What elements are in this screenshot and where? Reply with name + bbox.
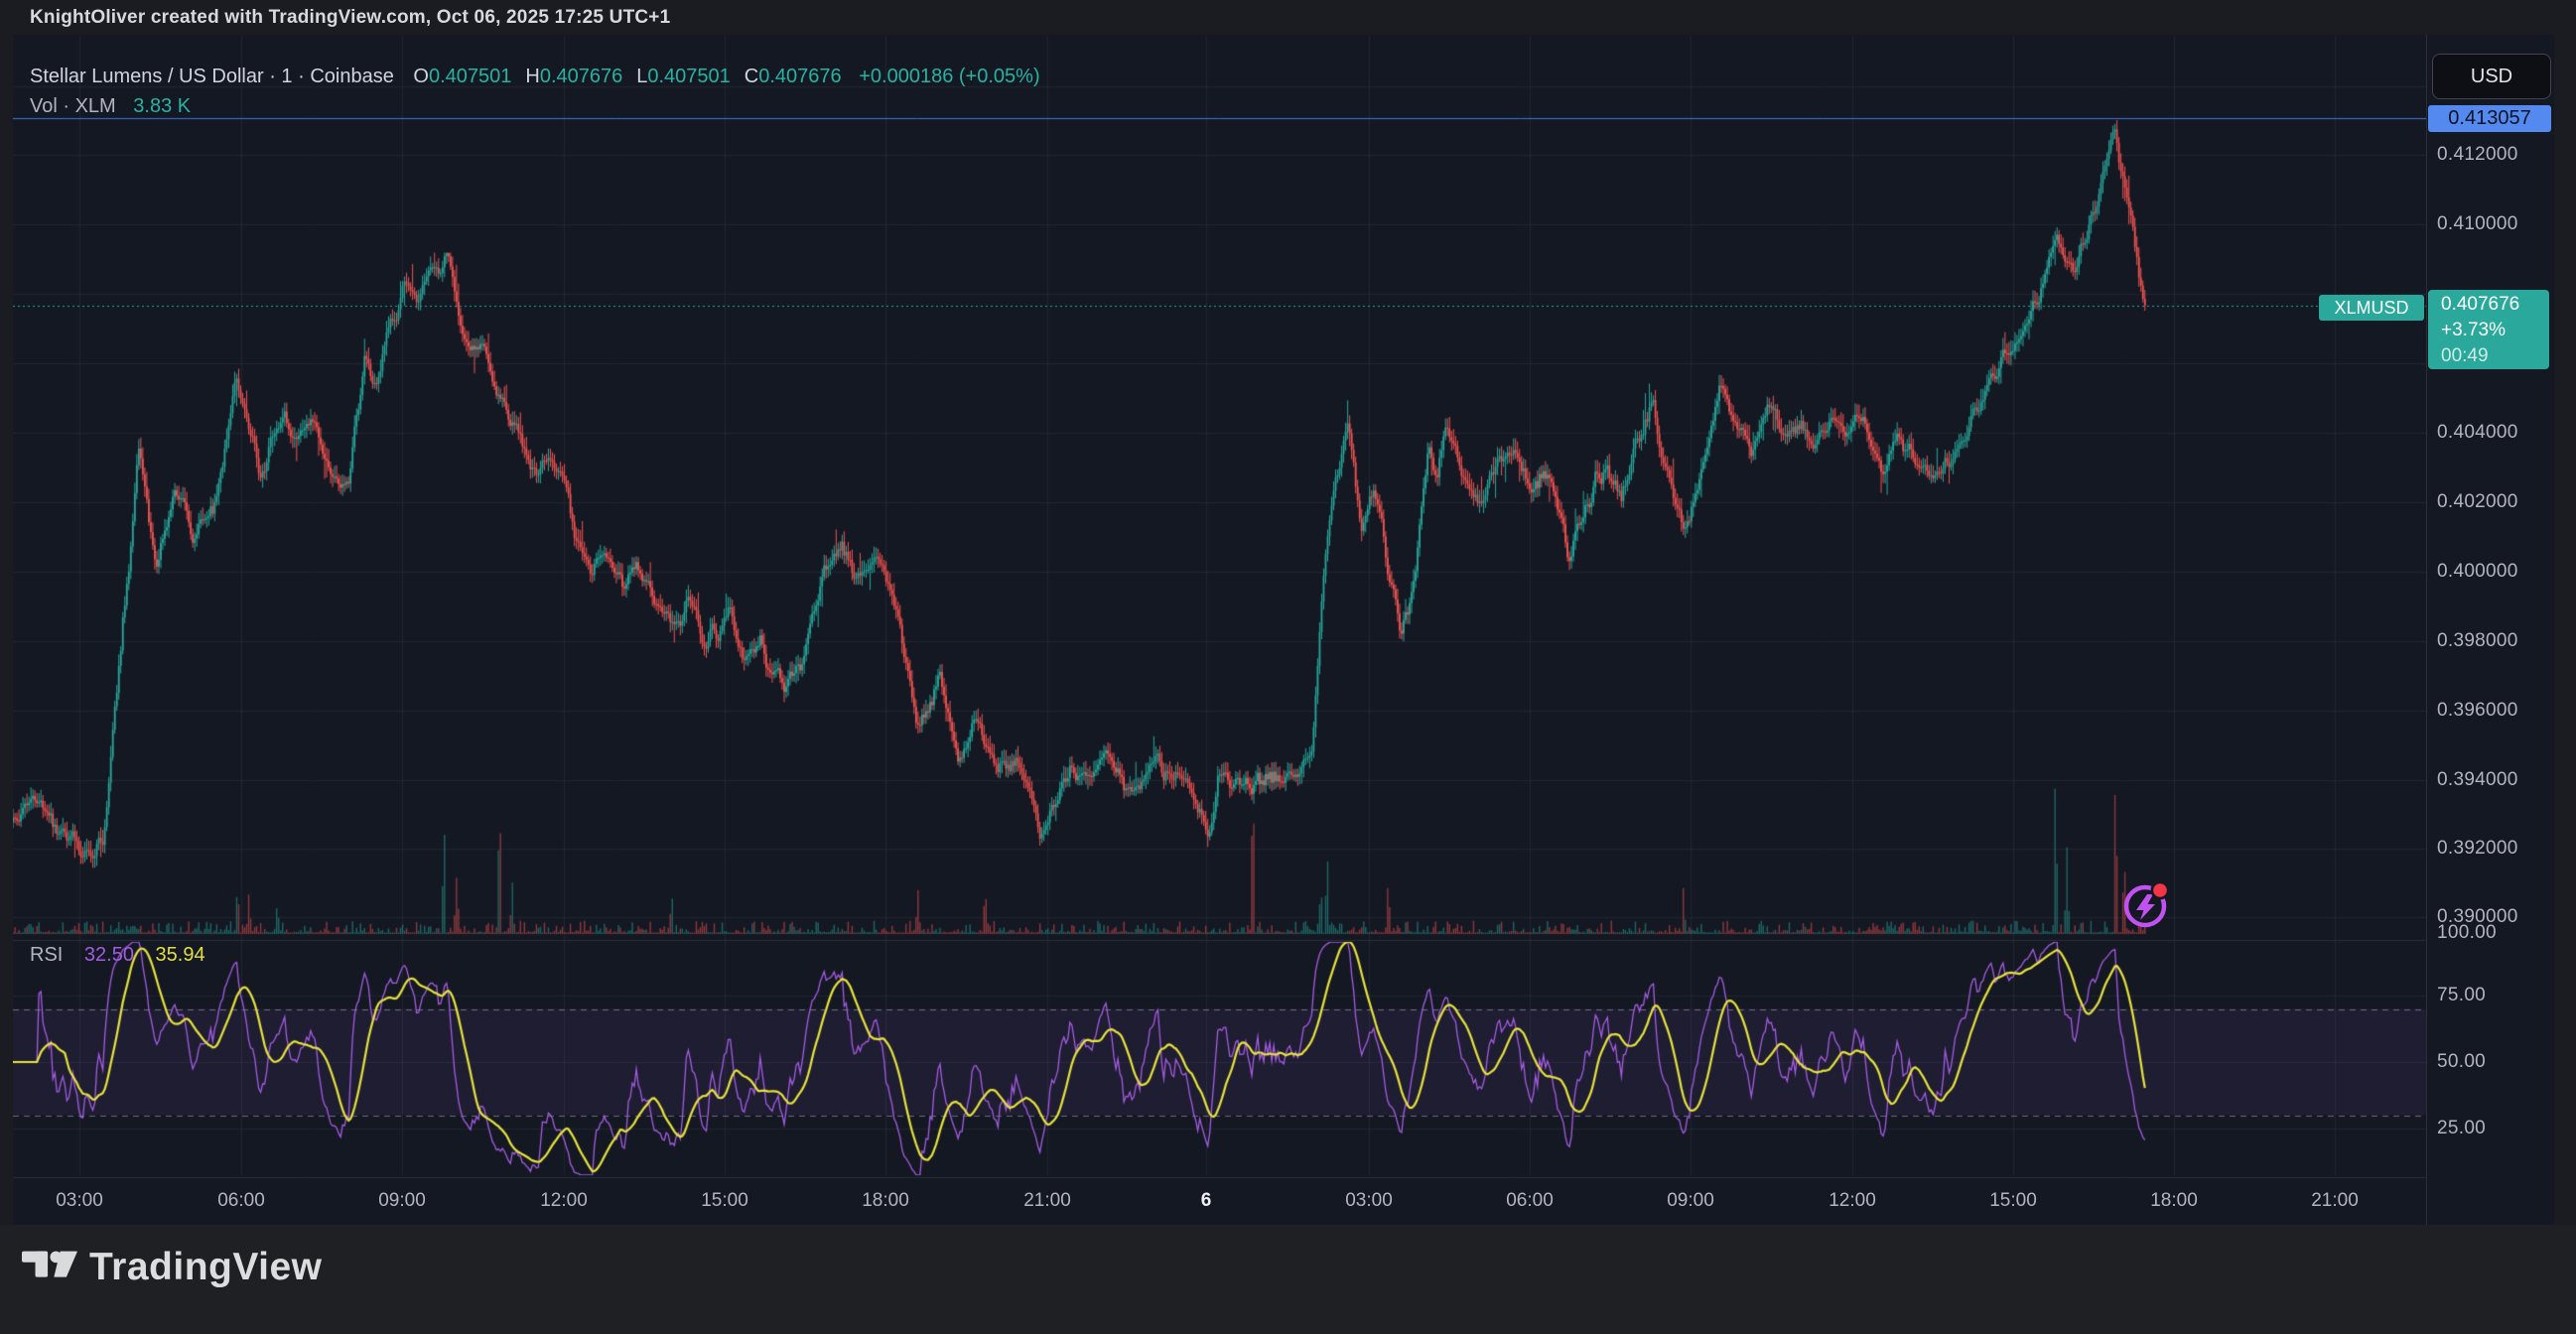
ohlc-key: L xyxy=(636,66,647,87)
volume-value: 3.83 K xyxy=(133,95,191,117)
time-axis-tick: 18:00 xyxy=(2150,1190,2198,1212)
time-axis-tick: 18:00 xyxy=(862,1190,909,1212)
price-axis-tick: 0.398000 xyxy=(2437,630,2518,652)
high-price-line-label: 0.413057 xyxy=(2428,105,2551,132)
price-axis-tick: 0.410000 xyxy=(2437,213,2518,235)
session-change-pct: +3.73% xyxy=(2441,318,2549,343)
tradingview-logo-icon xyxy=(22,1251,77,1284)
time-axis-tick: 09:00 xyxy=(378,1190,426,1212)
volume-label: Vol · XLM xyxy=(30,95,116,117)
red-notification-dot xyxy=(2153,883,2167,897)
ohlc-key: H xyxy=(525,66,539,87)
price-axis-tick: 0.400000 xyxy=(2437,561,2518,583)
time-axis-tick: 15:00 xyxy=(701,1190,748,1212)
chart-canvas[interactable] xyxy=(0,0,2426,1225)
price-axis-tick: 0.396000 xyxy=(2437,700,2518,722)
price-axis-tick: 0.404000 xyxy=(2437,422,2518,444)
lightning-bolt-icon xyxy=(2136,894,2155,920)
rsi-ma-value: 35.94 xyxy=(156,944,205,966)
time-axis-tick: 21:00 xyxy=(1023,1190,1071,1212)
ohlc-value: 0.407501 xyxy=(429,66,511,87)
last-price-badge: 0.407676 +3.73% 00:49 xyxy=(2428,290,2549,369)
right-gutter xyxy=(2554,35,2576,1225)
attribution-bar: KnightOliver created with TradingView.co… xyxy=(0,0,2576,35)
ohlc-value: 0.407676 xyxy=(758,66,841,87)
price-axis-tick: 25.00 xyxy=(2437,1118,2486,1139)
symbol-legend[interactable]: Stellar Lumens / US Dollar · 1 · Coinbas… xyxy=(30,66,1040,88)
ohlc-key: O xyxy=(413,66,429,87)
time-axis-tick: 06:00 xyxy=(1506,1190,1554,1212)
price-axis[interactable]: 0.412000 0.410000 0.404000 0.402000 0.400000… xyxy=(2426,35,2555,1225)
time-axis-tick: 21:00 xyxy=(2311,1190,2359,1212)
currency-toggle-button[interactable]: USD xyxy=(2432,54,2551,99)
rsi-label: RSI xyxy=(30,944,63,966)
lightning-marker-button[interactable] xyxy=(2119,879,2171,931)
footer-brand-text: TradingView xyxy=(89,1246,323,1289)
change-value: +0.000186 (+0.05%) xyxy=(859,66,1039,87)
time-axis-tick: 03:00 xyxy=(56,1190,103,1212)
price-axis-tick: 50.00 xyxy=(2437,1051,2486,1073)
time-axis-tick: 09:00 xyxy=(1667,1190,1714,1212)
ohlc-value: 0.407676 xyxy=(540,66,622,87)
time-axis[interactable]: 03:00 06:00 09:00 12:00 15:00 18:00 21:00 6 03:0… xyxy=(13,1177,2426,1225)
price-axis-tick: 0.402000 xyxy=(2437,491,2518,513)
time-axis-tick: 06:00 xyxy=(217,1190,265,1212)
price-axis-tick: 0.394000 xyxy=(2437,769,2518,791)
left-gutter xyxy=(0,35,13,1225)
price-axis-tick: 75.00 xyxy=(2437,985,2486,1006)
bar-countdown: 00:49 xyxy=(2441,343,2549,369)
volume-legend[interactable]: Vol · XLM 3.83 K xyxy=(30,95,191,118)
price-axis-tick: 0.392000 xyxy=(2437,838,2518,860)
rsi-legend[interactable]: RSI 32.50 35.94 xyxy=(30,944,205,967)
time-axis-tick: 03:00 xyxy=(1345,1190,1393,1212)
last-price: 0.407676 xyxy=(2441,292,2549,318)
symbol-price-line-label: XLMUSD xyxy=(2319,295,2424,321)
price-axis-tick: 100.00 xyxy=(2437,922,2497,944)
rsi-value: 32.50 xyxy=(84,944,134,966)
footer-bar: TradingView xyxy=(0,1225,2576,1334)
attribution-text: KnightOliver created with TradingView.co… xyxy=(30,7,670,29)
tradingview-logo-link[interactable]: TradingView xyxy=(22,1246,323,1289)
ohlc-key: C xyxy=(745,66,758,87)
ohlc-values: O0.407501H0.407676L0.407501C0.407676 xyxy=(399,66,841,87)
ohlc-value: 0.407501 xyxy=(647,66,730,87)
symbol-title: Stellar Lumens / US Dollar · 1 · Coinbas… xyxy=(30,66,394,87)
time-axis-tick: 15:00 xyxy=(1989,1190,2037,1212)
time-axis-tick: 12:00 xyxy=(1829,1190,1876,1212)
time-axis-tick: 12:00 xyxy=(540,1190,588,1212)
tradingview-snapshot: KnightOliver created with TradingView.co… xyxy=(0,0,2576,1334)
price-axis-tick: 0.412000 xyxy=(2437,144,2518,166)
time-axis-day-tick: 6 xyxy=(1201,1190,1212,1212)
